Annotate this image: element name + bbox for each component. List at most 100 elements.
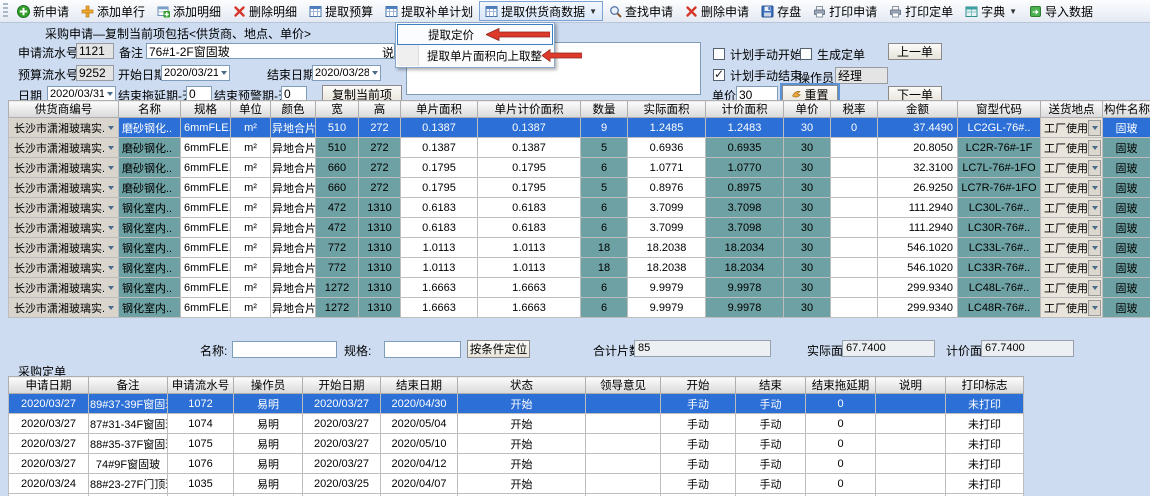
column-header[interactable]: 状态 [458, 377, 586, 394]
cell[interactable]: 工厂使用 [1041, 198, 1103, 218]
column-header[interactable]: 金额 [878, 101, 958, 118]
filter-name-input[interactable] [232, 341, 337, 358]
column-header[interactable]: 申请日期 [9, 377, 89, 394]
table-row[interactable]: 长沙市潇湘玻璃实..钢化室内..6mmFLE..m²异地合片47213100.6… [9, 218, 1150, 238]
column-header[interactable]: 结束拖延期 [806, 377, 876, 394]
cell[interactable]: 工厂使用 [1041, 158, 1103, 178]
toolbar-grip[interactable] [3, 3, 8, 19]
table-row[interactable]: 2020/03/2774#9F窗固玻1076易明2020/03/272020/0… [9, 454, 1024, 474]
toolbar-button-7[interactable]: 查找申请 [603, 1, 679, 21]
toolbar-button-2[interactable]: 添加明细 [151, 1, 227, 21]
column-header[interactable]: 供货商编号 [9, 101, 119, 118]
cell[interactable]: 工厂使用 [1041, 118, 1103, 138]
table-row[interactable]: 长沙市潇湘玻璃实..钢化室内..6mmFLE..m²异地合片127213101.… [9, 278, 1150, 298]
cell[interactable]: 长沙市潇湘玻璃实.. [9, 218, 119, 238]
cell[interactable]: 工厂使用 [1041, 258, 1103, 278]
column-header[interactable]: 单片计价面积 [478, 101, 581, 118]
column-header[interactable]: 开始 [661, 377, 736, 394]
table-row[interactable]: 2020/03/2788#35-37F窗固玻1075易明2020/03/2720… [9, 434, 1024, 454]
filter-spec-input[interactable] [384, 341, 461, 358]
apply-no-input[interactable] [76, 43, 114, 59]
toolbar-button-9[interactable]: 存盘 [755, 1, 807, 21]
table-row[interactable]: 长沙市潇湘玻璃实..磨砂钢化..6mmFLE..m²异地合片5102720.13… [9, 138, 1150, 158]
toolbar-button-8[interactable]: 删除申请 [679, 1, 755, 21]
budget-no-input[interactable] [76, 65, 114, 81]
column-header[interactable]: 单位 [231, 101, 271, 118]
table-row[interactable]: 2020/03/2488#23-27F门顶玻1035易明2020/03/2520… [9, 474, 1024, 494]
column-header[interactable]: 税率 [831, 101, 878, 118]
cell[interactable]: 长沙市潇湘玻璃实.. [9, 178, 119, 198]
menu-item-0[interactable]: 提取定价 [397, 24, 553, 45]
cell[interactable]: 长沙市潇湘玻璃实.. [9, 198, 119, 218]
cell[interactable]: 长沙市潇湘玻璃实.. [9, 298, 119, 318]
cell[interactable]: 工厂使用 [1041, 298, 1103, 318]
table-row[interactable]: 长沙市潇湘玻璃实..钢化室内..6mmFLE..m²异地合片127213101.… [9, 298, 1150, 318]
table-row[interactable]: 长沙市潇湘玻璃实..磨砂钢化..6mmFLE..m²异地合片6602720.17… [9, 178, 1150, 198]
manual-end-checkbox[interactable] [713, 69, 725, 81]
column-header[interactable]: 备注 [89, 377, 168, 394]
chevron-down-icon[interactable] [369, 71, 380, 75]
cell[interactable]: 长沙市潇湘玻璃实.. [9, 138, 119, 158]
table-row[interactable]: 长沙市潇湘玻璃实..钢化室内..6mmFLE..m²异地合片77213101.0… [9, 238, 1150, 258]
chevron-down-icon[interactable] [104, 92, 115, 96]
column-header[interactable]: 计价面积 [706, 101, 784, 118]
prev-order-button[interactable]: 上一单 [888, 43, 942, 60]
end-date-combo[interactable]: 2020/03/28 [312, 65, 381, 81]
column-header[interactable]: 打印标志 [946, 377, 1024, 394]
cell[interactable]: 长沙市潇湘玻璃实.. [9, 278, 119, 298]
toolbar-button-3[interactable]: 删除明细 [227, 1, 303, 21]
column-header[interactable]: 结束日期 [381, 377, 458, 394]
column-header[interactable]: 宽 [316, 101, 359, 118]
column-header[interactable]: 单价 [784, 101, 831, 118]
toolbar-button-11[interactable]: 打印定单 [883, 1, 959, 21]
start-date-combo[interactable]: 2020/03/21 [161, 65, 230, 81]
column-header[interactable]: 名称 [119, 101, 181, 118]
column-header[interactable]: 开始日期 [303, 377, 381, 394]
table-row[interactable]: 长沙市潇湘玻璃实..磨砂钢化..6mmFLE..m²异地合片6602720.17… [9, 158, 1150, 178]
cell[interactable]: 工厂使用 [1041, 218, 1103, 238]
toolbar-button-0[interactable]: 新申请 [11, 1, 75, 21]
cell[interactable]: 长沙市潇湘玻璃实.. [9, 158, 119, 178]
column-header[interactable]: 构件名称 [1103, 101, 1150, 118]
menu-item-1[interactable]: 提取单片面积向上取整 [397, 45, 553, 66]
column-header[interactable]: 结束 [736, 377, 806, 394]
table-row[interactable]: 2020/03/2787#31-34F窗固玻1074易明2020/03/2720… [9, 414, 1024, 434]
column-header[interactable]: 领导意见 [586, 377, 661, 394]
cell[interactable]: 长沙市潇湘玻璃实.. [9, 118, 119, 138]
cell: 0.6183 [401, 218, 478, 238]
table-row[interactable]: 长沙市潇湘玻璃实..磨砂钢化..6mmFLE..m²异地合片5102720.13… [9, 118, 1150, 138]
column-header[interactable]: 实际面积 [628, 101, 706, 118]
column-header[interactable]: 高 [359, 101, 401, 118]
cell[interactable]: 工厂使用 [1041, 138, 1103, 158]
cell[interactable]: 工厂使用 [1041, 278, 1103, 298]
column-header[interactable]: 颜色 [271, 101, 316, 118]
chevron-down-icon[interactable] [218, 71, 229, 75]
gen-order-checkbox[interactable] [800, 48, 812, 60]
cell[interactable]: 工厂使用 [1041, 238, 1103, 258]
cell[interactable]: 工厂使用 [1041, 178, 1103, 198]
column-header[interactable]: 窗型代码 [958, 101, 1041, 118]
operator-input[interactable] [835, 67, 888, 84]
cell[interactable]: 长沙市潇湘玻璃实.. [9, 238, 119, 258]
toolbar-button-5[interactable]: 提取补单计划 [379, 1, 479, 21]
manual-start-checkbox[interactable] [713, 48, 725, 60]
table-row[interactable]: 长沙市潇湘玻璃实..钢化室内..6mmFLE..m²异地合片77213101.0… [9, 258, 1150, 278]
column-header[interactable]: 申请流水号 [168, 377, 234, 394]
column-header[interactable]: 规格 [181, 101, 231, 118]
column-header[interactable]: 送货地点 [1041, 101, 1103, 118]
toolbar-button-12[interactable]: 字典▼ [959, 1, 1023, 21]
toolbar-button-10[interactable]: 打印申请 [807, 1, 883, 21]
column-header[interactable]: 单片面积 [401, 101, 478, 118]
column-header[interactable]: 操作员 [234, 377, 303, 394]
table-row[interactable]: 2020/03/2789#37-39F窗固玻1072易明2020/03/2720… [9, 394, 1024, 414]
locate-button[interactable]: 按条件定位 [467, 340, 530, 358]
toolbar-button-1[interactable]: 添加单行 [75, 1, 151, 21]
column-header[interactable]: 说明 [876, 377, 946, 394]
toolbar-button-4[interactable]: 提取预算 [303, 1, 379, 21]
table-row[interactable]: 长沙市潇湘玻璃实..钢化室内..6mmFLE..m²异地合片47213100.6… [9, 198, 1150, 218]
remark-input[interactable] [146, 43, 395, 59]
toolbar-button-13[interactable]: 导入数据 [1023, 1, 1099, 21]
toolbar-button-6[interactable]: 提取供货商数据▼ [479, 1, 603, 21]
column-header[interactable]: 数量 [581, 101, 628, 118]
cell[interactable]: 长沙市潇湘玻璃实.. [9, 258, 119, 278]
